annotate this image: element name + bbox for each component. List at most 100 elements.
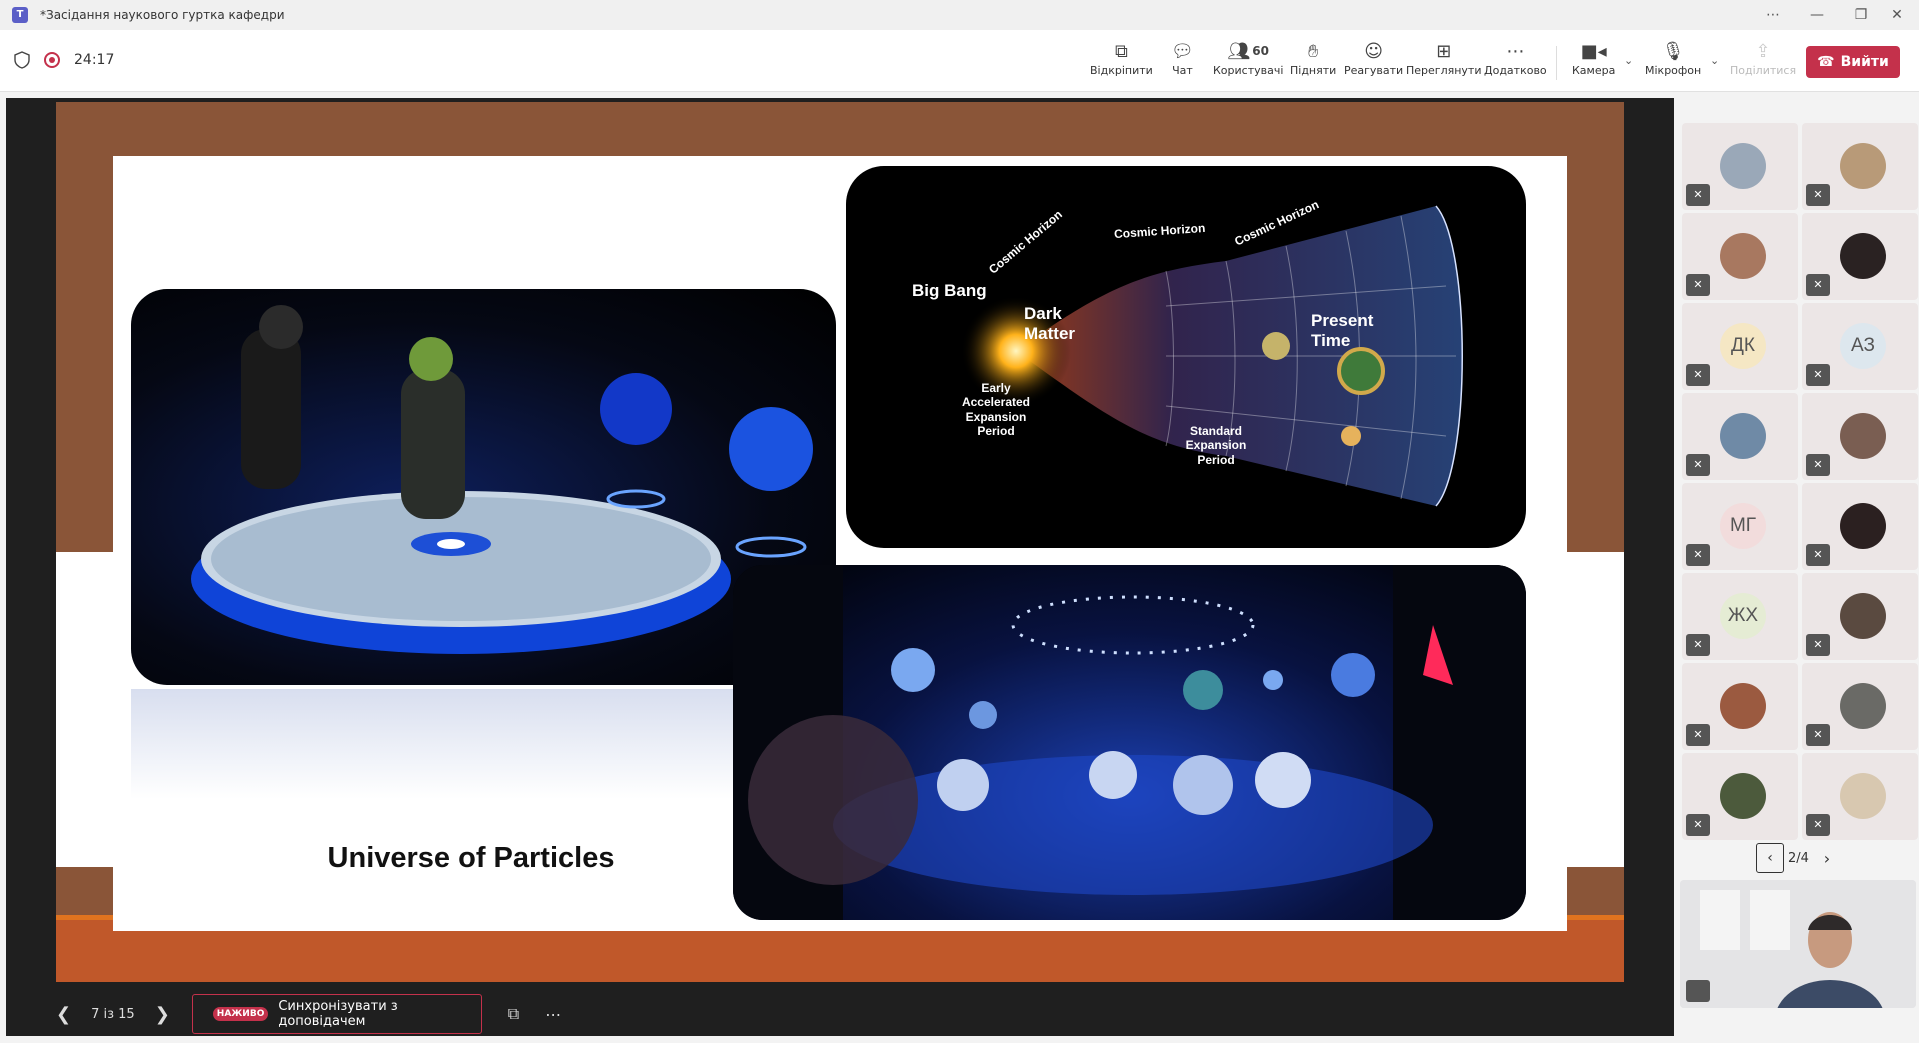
avatar	[1840, 233, 1886, 279]
label-dark-matter: Dark Matter	[1024, 304, 1076, 343]
mic-muted-icon: ✕	[1806, 274, 1830, 296]
participant-tile[interactable]: ✕	[1682, 123, 1798, 210]
avatar	[1840, 503, 1886, 549]
avatar	[1840, 143, 1886, 189]
camera-options-chevron-icon[interactable]: ⌄	[1624, 54, 1633, 67]
view-icon: ⊞	[1436, 40, 1452, 62]
view-button[interactable]: ⊞ Переглянути	[1406, 38, 1481, 86]
participant-tile[interactable]: ✕	[1682, 393, 1798, 480]
participant-tile[interactable]: ✕	[1682, 663, 1798, 750]
participant-tile[interactable]: ✕	[1802, 213, 1918, 300]
mic-muted-icon: ✕	[1806, 724, 1830, 746]
participant-tile[interactable]: ✕	[1802, 123, 1918, 210]
react-icon: ☺	[1364, 40, 1383, 62]
mic-muted-icon: ✕	[1686, 364, 1710, 386]
gallery-page-indicator: 2/4	[1788, 850, 1809, 866]
participant-tile[interactable]: ✕	[1682, 213, 1798, 300]
presenter-bar: ❮ 7 із 15 ❯ НАЖИВО Синхронізувати з допо…	[56, 992, 561, 1036]
sync-with-presenter-button[interactable]: НАЖИВО Синхронізувати з доповідачем	[191, 994, 482, 1034]
microphone-button[interactable]: 🎙︎ Мікрофон	[1645, 38, 1701, 86]
meeting-toolbar: 24:17 ⧉ Відкріпити 💬︎ Чат 👥︎ 60 Користува…	[0, 30, 1919, 92]
avatar: АЗ	[1840, 323, 1886, 369]
raise-hand-label: Підняти	[1290, 64, 1337, 77]
share-label: Поділитися	[1730, 64, 1797, 77]
mic-muted-icon: ✕	[1806, 814, 1830, 836]
mic-muted-icon: ✕	[1806, 544, 1830, 566]
mic-options-chevron-icon[interactable]: ⌄	[1710, 54, 1719, 67]
share-button[interactable]: ⇪ Поділитися	[1730, 38, 1796, 86]
participant-tile[interactable]: ДК ✕	[1682, 303, 1798, 390]
slide-photo-interactive-table	[131, 289, 836, 685]
phone-hangup-icon: ☎	[1817, 54, 1835, 70]
more-label: Додатково	[1484, 64, 1547, 77]
gallery-prev-button[interactable]: ‹	[1756, 843, 1784, 873]
gallery-next-icon[interactable]: ›	[1813, 849, 1841, 868]
avatar: МГ	[1720, 503, 1766, 549]
participant-tile[interactable]: ✕	[1802, 663, 1918, 750]
people-button[interactable]: 👥︎ 60 Користувачі	[1213, 38, 1283, 86]
unpin-icon: ⧉	[1114, 40, 1128, 62]
more-options-icon[interactable]: ⋯	[1751, 0, 1795, 30]
view-label: Переглянути	[1406, 64, 1482, 77]
more-button[interactable]: ⋯ Додатково	[1484, 38, 1547, 86]
next-slide-icon[interactable]: ❯	[155, 1004, 170, 1025]
leave-button[interactable]: ☎ Вийти	[1806, 46, 1900, 78]
slide-counter: 7 із 15	[91, 1006, 135, 1022]
mic-muted-icon: ✕	[1806, 364, 1830, 386]
unpin-button[interactable]: ⧉ Відкріпити	[1090, 38, 1153, 86]
camera-button[interactable]: ■◂ Камера	[1572, 38, 1615, 86]
avatar	[1720, 773, 1766, 819]
mic-muted-icon: ✕	[1806, 184, 1830, 206]
mic-muted-icon: ✕	[1806, 454, 1830, 476]
live-badge: НАЖИВО	[212, 1007, 269, 1021]
label-present-time: Present Time	[1311, 311, 1374, 350]
slide-grid-icon[interactable]: ⧉	[508, 1004, 519, 1024]
raise-hand-button[interactable]: ✋︎ Підняти	[1290, 38, 1336, 86]
participant-tile[interactable]: ✕	[1682, 753, 1798, 840]
teams-icon: T	[12, 7, 28, 23]
recording-icon	[44, 52, 60, 68]
chat-icon: 💬︎	[1171, 40, 1194, 62]
react-label: Реагувати	[1344, 64, 1404, 77]
avatar	[1720, 143, 1766, 189]
mic-muted-icon: ✕	[1686, 724, 1710, 746]
sync-label: Синхронізувати з доповідачем	[278, 999, 398, 1029]
share-icon: ⇪	[1755, 40, 1771, 62]
mic-muted-icon: ✕	[1686, 274, 1710, 296]
participant-tile[interactable]: ✕	[1802, 573, 1918, 660]
window-title-bar: T *Засідання наукового гуртка кафедри ⋯ …	[0, 0, 1919, 30]
mic-muted-icon: ✕	[1686, 184, 1710, 206]
window-title: *Засідання наукового гуртка кафедри	[40, 8, 285, 22]
more-icon: ⋯	[1506, 40, 1525, 62]
label-big-bang: Big Bang	[912, 281, 987, 300]
gallery-pager: ‹ 2/4 ›	[1756, 843, 1841, 873]
microphone-label: Мікрофон	[1645, 64, 1702, 77]
participant-tile[interactable]: АЗ ✕	[1802, 303, 1918, 390]
chat-button[interactable]: 💬︎ Чат	[1171, 38, 1194, 86]
slide-diagram-cosmic-expansion: Big Bang Dark Matter Present Time Cosmic…	[846, 166, 1526, 548]
shield-icon	[14, 51, 30, 69]
camera-icon: ■◂	[1580, 40, 1607, 62]
react-button[interactable]: ☺ Реагувати	[1344, 38, 1403, 86]
participant-tile[interactable]: ✕	[1802, 753, 1918, 840]
minimize-button[interactable]: —	[1795, 0, 1839, 30]
avatar	[1840, 683, 1886, 729]
previous-slide-icon[interactable]: ❮	[56, 1004, 71, 1025]
people-icon: 👥︎	[1227, 40, 1251, 62]
leave-label: Вийти	[1840, 54, 1889, 70]
avatar	[1840, 773, 1886, 819]
participant-tile[interactable]: ✕	[1802, 393, 1918, 480]
shared-content-stage: Big Bang Dark Matter Present Time Cosmic…	[6, 98, 1674, 1036]
label-early-expansion: Early Accelerated Expansion Period	[961, 381, 1031, 439]
self-view-video	[1680, 880, 1916, 1008]
close-button[interactable]: ✕	[1875, 0, 1919, 30]
avatar: ЖХ	[1720, 593, 1766, 639]
unpin-label: Відкріпити	[1090, 64, 1153, 77]
presenter-more-icon[interactable]: ⋯	[545, 1005, 561, 1024]
participant-tile[interactable]: МГ ✕	[1682, 483, 1798, 570]
avatar	[1840, 413, 1886, 459]
participant-tile[interactable]: ЖХ ✕	[1682, 573, 1798, 660]
avatar	[1720, 683, 1766, 729]
participant-tile[interactable]: ✕	[1802, 483, 1918, 570]
slide-photo-planet-hall	[733, 565, 1526, 920]
